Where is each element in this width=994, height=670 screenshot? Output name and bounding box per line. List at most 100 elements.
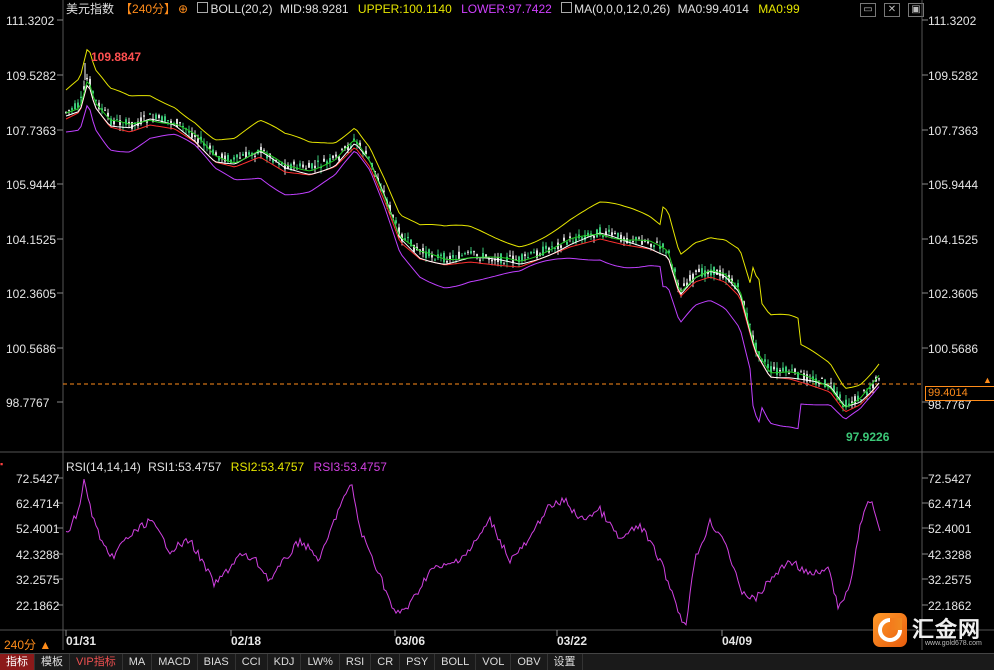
candle-body	[248, 152, 250, 155]
rsi-tick-right: 72.5427	[928, 472, 972, 486]
price-chart[interactable]	[0, 0, 994, 669]
candle-body	[317, 160, 319, 163]
candle-body	[491, 259, 493, 262]
tab-rsi[interactable]: RSI	[340, 654, 372, 670]
price-tick-left: 109.5282	[6, 69, 57, 83]
candle-body	[626, 238, 628, 244]
candle-body	[524, 254, 526, 257]
price-tick-left: 105.9444	[6, 178, 57, 192]
rsi-tick-left: 32.2575	[16, 573, 60, 587]
candle-body	[164, 116, 166, 122]
tab-cr[interactable]: CR	[371, 654, 401, 670]
rsi1-value: RSI1:53.4757	[148, 460, 222, 474]
tab-psy[interactable]: PSY	[400, 654, 436, 670]
candle-body	[341, 148, 343, 150]
candle-body	[620, 234, 622, 242]
rsi-label: RSI(14,14,14)	[66, 460, 141, 474]
price-tick-right: 111.3202	[928, 14, 977, 28]
tab-vip-indicator[interactable]: VIP指标	[70, 654, 123, 670]
candle-body	[695, 270, 697, 272]
boll-upper-line	[65, 48, 880, 389]
candle-body	[593, 235, 595, 238]
tab-bias[interactable]: BIAS	[198, 654, 236, 670]
period-selector[interactable]: 240分 ▲	[4, 636, 51, 653]
rsi-tick-left: 42.3288	[16, 548, 60, 562]
candle-body	[803, 373, 805, 380]
current-price-tag: 99.4014	[925, 386, 994, 401]
candle-body	[335, 154, 337, 157]
candle-body	[68, 109, 70, 111]
tab-boll[interactable]: BOLL	[435, 654, 477, 670]
candle-body	[617, 232, 619, 238]
boll-lower-line	[65, 104, 880, 430]
candle-body	[461, 255, 463, 257]
candle-body	[782, 367, 784, 372]
price-tick-right: 104.1525	[928, 233, 979, 247]
candle-body	[302, 164, 304, 168]
candle-body	[878, 378, 880, 380]
candle-body	[779, 370, 781, 372]
tab-obv[interactable]: OBV	[511, 654, 548, 670]
candle-body	[299, 163, 301, 167]
candle-body	[641, 240, 643, 245]
indicator-toolbar: 指标 模板 VIP指标 MA MACD BIAS CCI KDJ LW% RSI…	[0, 653, 994, 670]
candle-body	[254, 155, 256, 157]
tab-cci[interactable]: CCI	[236, 654, 268, 670]
candle-body	[263, 150, 265, 152]
candle-body	[467, 251, 469, 253]
tab-vol[interactable]: VOL	[476, 654, 512, 670]
tab-settings[interactable]: 设置	[548, 654, 583, 670]
candle-body	[533, 252, 535, 254]
candle-body	[311, 163, 313, 169]
price-tick-right: 102.3605	[928, 287, 979, 301]
candle-body	[683, 283, 685, 287]
candle-body	[293, 161, 295, 165]
candle-body	[839, 394, 841, 399]
candle-body	[209, 145, 211, 149]
tab-macd[interactable]: MACD	[152, 654, 198, 670]
candle-body	[647, 241, 649, 244]
price-tick-right: 109.5282	[928, 69, 979, 83]
candle-body	[794, 368, 796, 372]
candle-body	[479, 259, 481, 261]
rsi-line	[65, 478, 881, 626]
candle-body	[791, 369, 793, 371]
candle-body	[191, 132, 193, 138]
date-tick: 03/22	[557, 634, 588, 648]
price-tick-right: 107.7363	[928, 124, 979, 138]
candle-body	[236, 154, 238, 158]
tab-ma[interactable]: MA	[123, 654, 153, 670]
candle-body	[104, 109, 106, 111]
candle-body	[107, 112, 109, 117]
rsi-tick-right: 32.2575	[928, 573, 972, 587]
candle-body	[332, 155, 334, 159]
candle-body	[446, 261, 448, 263]
candle-body	[80, 96, 82, 99]
candle-body	[323, 158, 325, 162]
tab-indicator[interactable]: 指标	[0, 654, 35, 670]
candle-body	[773, 366, 775, 370]
price-tick-left: 102.3605	[6, 287, 57, 301]
candle-body	[485, 254, 487, 257]
tab-kdj[interactable]: KDJ	[268, 654, 302, 670]
candle-body	[458, 251, 460, 260]
candle-body	[569, 236, 571, 238]
rsi3-value: RSI3:53.4757	[313, 460, 387, 474]
candle-body	[464, 253, 466, 255]
candle-body	[872, 384, 874, 389]
candle-body	[443, 252, 445, 263]
candle-body	[131, 121, 133, 129]
candle-body	[86, 77, 88, 80]
candle-body	[608, 229, 610, 232]
candle-body	[149, 113, 151, 115]
candle-body	[395, 220, 397, 224]
tab-lw[interactable]: LW%	[301, 654, 340, 670]
candle-body	[500, 253, 502, 264]
tab-template[interactable]: 模板	[35, 654, 70, 670]
price-tick-left: 107.7363	[6, 124, 57, 138]
candle-body	[566, 241, 568, 245]
price-tick-left: 111.3202	[6, 14, 55, 28]
candle-body	[662, 243, 664, 248]
candle-body	[776, 367, 778, 375]
candle-body	[821, 377, 823, 379]
